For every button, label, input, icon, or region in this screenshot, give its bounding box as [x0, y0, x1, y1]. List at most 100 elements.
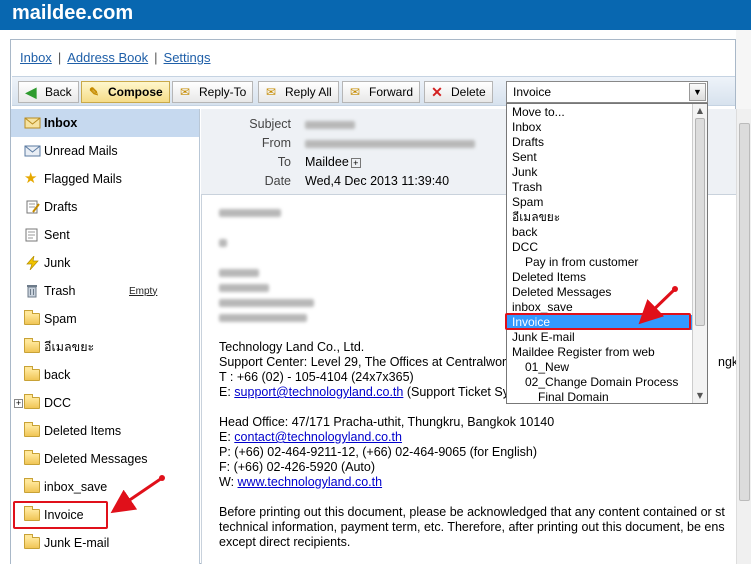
folder-item-junk[interactable]: Junk	[11, 249, 199, 277]
chevron-down-icon[interactable]: ▼	[689, 83, 706, 101]
folder-item-flagged-mails[interactable]: ★ Flagged Mails	[11, 165, 199, 193]
reply-all-button-label: Reply All	[285, 85, 332, 99]
support-ticket-text: (Support Ticket Sy	[403, 385, 509, 399]
nav-address-book-link[interactable]: Address Book	[67, 50, 148, 65]
dropdown-option-inbox[interactable]: Inbox	[507, 120, 694, 135]
compose-button[interactable]: ✎ Compose	[81, 81, 170, 103]
reply-all-icon: ✉	[265, 85, 277, 99]
empty-trash-link[interactable]: Empty	[129, 286, 157, 297]
back-button[interactable]: ◀ Back	[18, 81, 79, 103]
folder-label: Flagged Mails	[44, 172, 122, 186]
move-to-folder-select[interactable]: Invoice ▼	[506, 81, 708, 103]
folder-label: Deleted Messages	[44, 452, 148, 466]
folder-label: Junk E-mail	[44, 536, 110, 550]
nav-inbox-link[interactable]: Inbox	[20, 50, 52, 65]
dropdown-option-move-to[interactable]: Move to...	[507, 105, 694, 120]
dropdown-option-02-change-domain[interactable]: 02_Change Domain Process	[507, 375, 694, 390]
expand-plus-icon[interactable]: +	[14, 398, 23, 408]
inbox-icon	[24, 116, 41, 130]
back-button-label: Back	[45, 85, 72, 99]
contact-email-link[interactable]: contact@technologyland.co.th	[234, 430, 402, 444]
email-prefix: E:	[219, 430, 235, 444]
folder-item-sent[interactable]: Sent	[11, 221, 199, 249]
disclaimer-line-1: Before printing out this document, pleas…	[219, 505, 725, 519]
page-scrollbar-thumb[interactable]	[739, 123, 750, 501]
web-prefix: W:	[219, 475, 238, 489]
top-navigation: Inbox | Address Book | Settings	[20, 50, 211, 65]
folder-icon	[24, 478, 41, 494]
folder-label: Drafts	[44, 200, 78, 214]
forward-button[interactable]: ✉ Forward	[342, 81, 421, 103]
folder-item-junk-email[interactable]: Junk E-mail	[11, 529, 199, 557]
dropdown-option-dcc[interactable]: DCC	[507, 240, 694, 255]
folder-item-spam[interactable]: Spam	[11, 305, 199, 333]
dropdown-scrollbar-thumb[interactable]	[695, 118, 705, 326]
signature-fax: F: (+66) 02-426-5920 (Auto)	[219, 460, 375, 474]
page-scrollbar[interactable]	[736, 109, 751, 564]
folder-label: Deleted Items	[44, 424, 122, 438]
folder-item-dcc[interactable]: + DCC	[11, 389, 199, 417]
nav-separator: |	[57, 50, 62, 65]
folder-icon	[24, 310, 41, 326]
from-label: From	[261, 136, 291, 150]
reply-to-button[interactable]: ✉ Reply-To	[172, 81, 254, 103]
folder-item-back[interactable]: back	[11, 361, 199, 389]
dropdown-option-01-new[interactable]: 01_New	[507, 360, 694, 375]
dropdown-option-final-domain[interactable]: Final Domain	[507, 390, 694, 403]
folder-item-inbox[interactable]: Inbox	[11, 109, 199, 137]
forward-button-label: Forward	[369, 85, 414, 99]
folder-item-deleted-items[interactable]: Deleted Items	[11, 417, 199, 445]
reply-all-button[interactable]: ✉ Reply All	[258, 81, 339, 103]
folder-label: DCC	[44, 396, 72, 410]
dropdown-option-junk-email[interactable]: Junk E-mail	[507, 330, 694, 345]
dropdown-option-junk-thai[interactable]: อีเมลขยะ	[507, 210, 694, 225]
folder-icon	[24, 422, 41, 438]
to-label: To	[277, 155, 291, 169]
compose-button-label: Compose	[108, 85, 163, 99]
dropdown-option-drafts[interactable]: Drafts	[507, 135, 694, 150]
from-value-redacted	[305, 136, 475, 150]
nav-separator: |	[154, 50, 158, 65]
folder-icon	[24, 534, 41, 550]
dropdown-option-deleted-items[interactable]: Deleted Items	[507, 270, 694, 285]
support-email-link[interactable]: support@technologyland.co.th	[234, 385, 403, 399]
dropdown-option-back[interactable]: back	[507, 225, 694, 240]
dropdown-scrollbar[interactable]: ▲ ▼	[692, 104, 707, 403]
lightning-icon	[24, 254, 41, 271]
folder-item-trash[interactable]: Trash Empty	[11, 277, 199, 305]
delete-button-label: Delete	[451, 85, 486, 99]
page-scrollbar-top[interactable]	[736, 30, 751, 109]
scroll-down-arrow-icon[interactable]: ▼	[694, 390, 706, 402]
brand-bar: maildee.com	[0, 0, 751, 30]
delete-button[interactable]: ✕ Delete	[424, 81, 493, 103]
dropdown-option-maildee-register[interactable]: Maildee Register from web	[507, 345, 694, 360]
dropdown-option-junk[interactable]: Junk	[507, 165, 694, 180]
dropdown-option-pay-in-from-customer[interactable]: Pay in from customer	[507, 255, 694, 270]
subject-value-redacted	[305, 117, 355, 131]
back-arrow-icon: ◀	[25, 84, 37, 100]
folder-label: อีเมลขยะ	[44, 340, 95, 354]
nav-settings-link[interactable]: Settings	[164, 50, 211, 65]
scroll-up-arrow-icon[interactable]: ▲	[694, 105, 706, 117]
folder-icon	[24, 338, 41, 354]
dropdown-option-trash[interactable]: Trash	[507, 180, 694, 195]
folder-icon	[24, 394, 41, 410]
dropdown-option-sent[interactable]: Sent	[507, 150, 694, 165]
folder-item-junk-thai[interactable]: อีเมลขยะ	[11, 333, 199, 361]
folder-item-inbox-save[interactable]: inbox_save	[11, 473, 199, 501]
dropdown-option-spam[interactable]: Spam	[507, 195, 694, 210]
folder-label: back	[44, 368, 71, 382]
folder-item-unread-mails[interactable]: Unread Mails	[11, 137, 199, 165]
draft-icon	[24, 200, 41, 214]
email-prefix: E:	[219, 385, 235, 399]
compose-icon: ✎	[88, 85, 100, 99]
brand-logo: maildee.com	[12, 2, 134, 24]
forward-icon: ✉	[349, 85, 361, 99]
add-contact-plus-icon[interactable]: +	[350, 157, 361, 168]
folder-item-drafts[interactable]: Drafts	[11, 193, 199, 221]
dropdown-option-deleted-messages[interactable]: Deleted Messages	[507, 285, 694, 300]
move-to-selected-value: Invoice	[513, 85, 552, 99]
website-link[interactable]: www.technologyland.co.th	[238, 475, 383, 489]
disclaimer-line-3: except direct recipients.	[219, 535, 351, 549]
folder-item-deleted-messages[interactable]: Deleted Messages	[11, 445, 199, 473]
